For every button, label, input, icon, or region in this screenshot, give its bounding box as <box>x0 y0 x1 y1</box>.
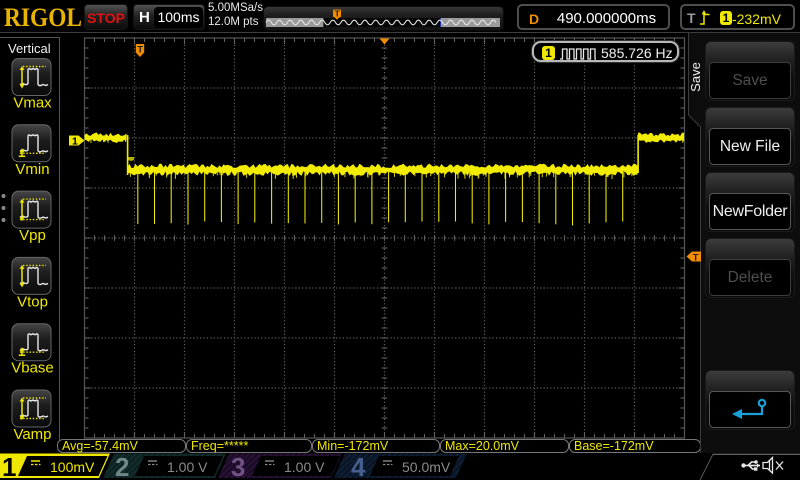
svg-text:50.0mV: 50.0mV <box>402 459 451 475</box>
svg-text:3: 3 <box>231 453 245 480</box>
svg-text:2: 2 <box>115 453 129 480</box>
svg-text:1.00 V: 1.00 V <box>167 459 208 475</box>
svg-text:Vtop: Vtop <box>17 293 48 310</box>
svg-text:Vbase: Vbase <box>11 360 54 377</box>
svg-text:T: T <box>137 45 143 56</box>
svg-text:1.00 V: 1.00 V <box>284 459 325 475</box>
svg-text:Vmax: Vmax <box>13 95 52 112</box>
svg-text:1: 1 <box>72 136 78 148</box>
svg-text:1: 1 <box>2 453 16 480</box>
svg-text:T: T <box>693 252 699 263</box>
svg-text:4: 4 <box>351 453 366 480</box>
svg-text:T: T <box>335 9 341 19</box>
svg-text:Vamp: Vamp <box>13 426 51 443</box>
svg-text:Vmin: Vmin <box>15 161 49 178</box>
svg-text:Vpp: Vpp <box>19 227 46 244</box>
svg-text:100mV: 100mV <box>50 459 95 475</box>
